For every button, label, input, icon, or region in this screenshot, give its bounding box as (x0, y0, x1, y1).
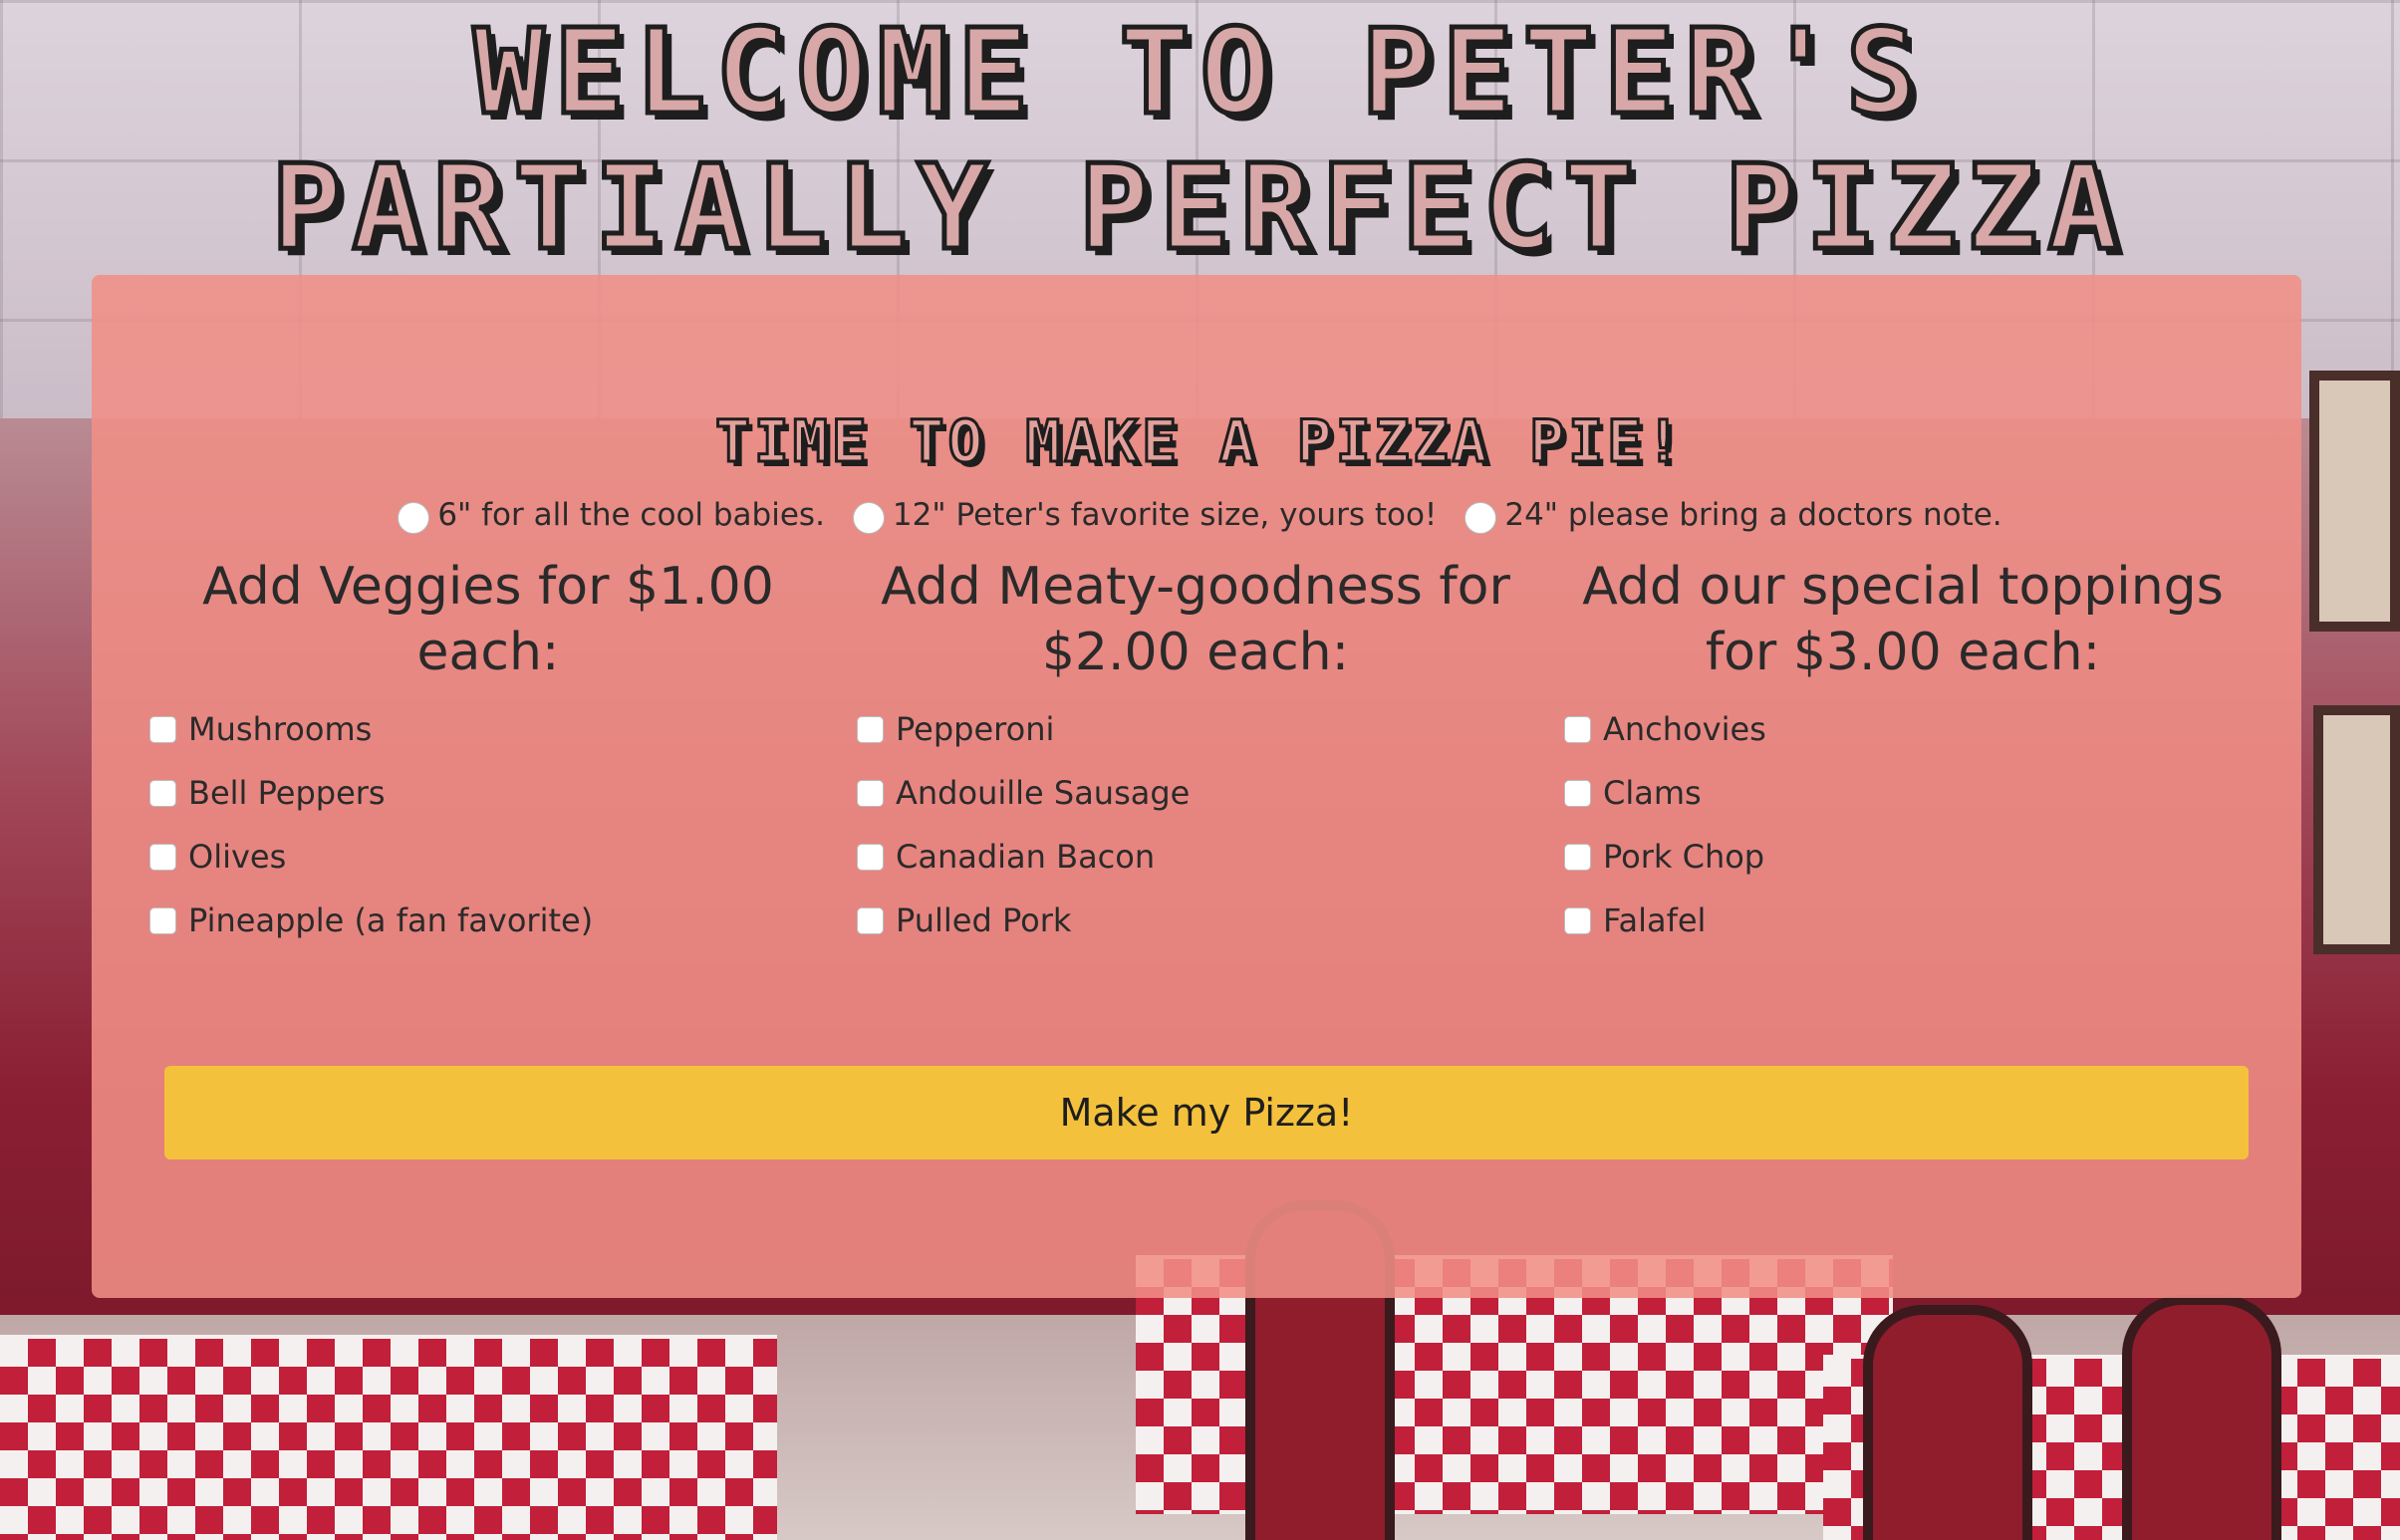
size-radio-12[interactable] (852, 502, 885, 534)
topping-andouille-sausage[interactable]: Andouille Sausage (857, 761, 1534, 825)
size-radio-24[interactable] (1465, 502, 1497, 534)
topping-pepperoni[interactable]: Pepperoni (857, 697, 1534, 761)
checkbox[interactable] (149, 779, 176, 807)
checkbox[interactable] (857, 779, 884, 807)
checkbox[interactable] (1564, 779, 1591, 807)
chair (1863, 1305, 2032, 1540)
topping-label: Mushrooms (188, 710, 373, 748)
size-label-24: 24" please bring a doctors note. (1504, 497, 2002, 533)
page-title-line-2: PARTIALLY PERFECT PIZZA (269, 137, 2129, 278)
topping-label: Olives (188, 838, 287, 876)
wall-picture-frame (2313, 705, 2400, 954)
checkbox[interactable] (857, 715, 884, 743)
make-pizza-button[interactable]: Make my Pizza! (164, 1066, 2249, 1159)
size-radio-6[interactable] (398, 502, 430, 534)
topping-bell-peppers[interactable]: Bell Peppers (149, 761, 827, 825)
topping-pulled-pork[interactable]: Pulled Pork (857, 889, 1534, 952)
topping-label: Pepperoni (896, 710, 1055, 748)
special-heading: Add our special toppings for $3.00 each: (1582, 557, 2224, 682)
topping-anchovies[interactable]: Anchovies (1564, 697, 2242, 761)
size-option-12[interactable]: 12" Peter's favorite size, yours too! (852, 496, 1438, 534)
veggie-toppings: Add Veggies for $1.00 each: Mushrooms Be… (149, 554, 827, 952)
topping-label: Clams (1603, 774, 1702, 812)
size-label-6: 6" for all the cool babies. (437, 497, 825, 533)
topping-falafel[interactable]: Falafel (1564, 889, 2242, 952)
topping-olives[interactable]: Olives (149, 825, 827, 889)
veggie-list: Mushrooms Bell Peppers Olives Pineapple … (149, 697, 827, 952)
special-toppings: Add our special toppings for $3.00 each:… (1564, 554, 2242, 952)
page-title: WELCOME TO PETER'S PARTIALLY PERFECT PIZ… (0, 2, 2400, 278)
checkbox[interactable] (857, 906, 884, 934)
size-label-12: 12" Peter's favorite size, yours too! (892, 497, 1438, 533)
checkbox[interactable] (149, 843, 176, 871)
special-list: Anchovies Clams Pork Chop Falafel (1564, 697, 2242, 952)
checkbox[interactable] (1564, 715, 1591, 743)
size-option-24[interactable]: 24" please bring a doctors note. (1465, 496, 2002, 534)
topping-label: Pork Chop (1603, 838, 1765, 876)
page-title-line-1: WELCOME TO PETER'S (471, 2, 1927, 142)
meat-heading: Add Meaty-goodness for $2.00 each: (881, 557, 1510, 682)
checkbox[interactable] (1564, 906, 1591, 934)
topping-label: Canadian Bacon (896, 838, 1156, 876)
checkered-table (0, 1335, 777, 1540)
topping-mushrooms[interactable]: Mushrooms (149, 697, 827, 761)
topping-label: Anchovies (1603, 710, 1766, 748)
chair (2122, 1295, 2281, 1540)
topping-label: Bell Peppers (188, 774, 386, 812)
order-form-title: TIME TO MAKE A PIZZA PIE! (714, 406, 1685, 477)
meat-list: Pepperoni Andouille Sausage Canadian Bac… (857, 697, 1534, 952)
topping-label: Pulled Pork (896, 901, 1072, 939)
topping-pineapple[interactable]: Pineapple (a fan favorite) (149, 889, 827, 952)
topping-label: Pineapple (a fan favorite) (188, 901, 594, 939)
meat-toppings: Add Meaty-goodness for $2.00 each: Peppe… (857, 554, 1534, 952)
topping-canadian-bacon[interactable]: Canadian Bacon (857, 825, 1534, 889)
checkbox[interactable] (149, 906, 176, 934)
topping-label: Andouille Sausage (896, 774, 1191, 812)
checkbox[interactable] (857, 843, 884, 871)
size-option-6[interactable]: 6" for all the cool babies. (398, 496, 825, 534)
topping-pork-chop[interactable]: Pork Chop (1564, 825, 2242, 889)
checkbox[interactable] (149, 715, 176, 743)
pizza-size-options: 6" for all the cool babies. 12" Peter's … (0, 496, 2400, 534)
toppings-columns: Add Veggies for $1.00 each: Mushrooms Be… (149, 554, 2242, 952)
veggie-heading: Add Veggies for $1.00 each: (202, 557, 774, 682)
checkbox[interactable] (1564, 843, 1591, 871)
topping-label: Falafel (1603, 901, 1707, 939)
topping-clams[interactable]: Clams (1564, 761, 2242, 825)
